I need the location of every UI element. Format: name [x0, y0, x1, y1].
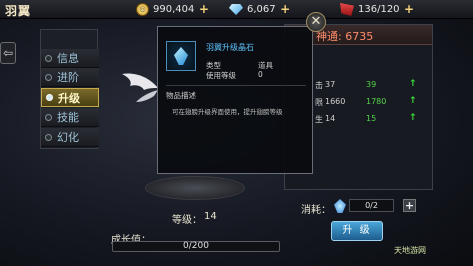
stat-next: 39	[366, 80, 377, 89]
tab-dot-icon	[45, 73, 52, 81]
consume-count: 0/2	[349, 199, 394, 212]
tooltip-divider	[166, 85, 306, 86]
tab-label: 幻化	[57, 131, 79, 144]
item-description: 可在翅膀升级界面使用，提升翅膀等级	[172, 108, 283, 116]
tab-dot-icon	[45, 54, 52, 62]
diamond-counter: 6,067 +	[229, 2, 291, 17]
stat-row: 击 37 39 ↑	[315, 79, 433, 94]
energy-counter: 136/120 +	[340, 2, 415, 17]
arrow-up-icon: ↑	[409, 113, 417, 123]
add-diamond-button[interactable]: +	[280, 3, 291, 15]
tab-skill[interactable]: 技能	[41, 108, 99, 127]
tab-dot-icon	[45, 133, 52, 141]
tab-info[interactable]: 信息	[41, 49, 99, 68]
gold-counter: ◎ 990,404 +	[136, 2, 209, 17]
diamond-value: 6,067	[247, 4, 276, 15]
growth-progress-bar: 0/200	[112, 241, 280, 252]
tab-dot-icon	[45, 113, 52, 121]
coin-icon: ◎	[136, 3, 149, 16]
stat-current: 37	[325, 80, 336, 89]
tab-label: 进阶	[57, 71, 79, 84]
tab-advance[interactable]: 进阶	[41, 68, 99, 87]
tab-label: 技能	[57, 111, 79, 124]
energy-value: 136/120	[358, 4, 400, 15]
top-bar: 羽翼 ◎ 990,404 + 6,067 + 136/120 +	[0, 0, 473, 19]
stat-name: 限	[315, 98, 323, 107]
consume-label: 消耗：	[301, 205, 331, 216]
watermark-text: 天地游网	[394, 246, 426, 255]
level-label: 等级：	[172, 215, 202, 226]
diamond-icon	[229, 4, 243, 15]
stat-current: 14	[325, 114, 336, 123]
wing-pedestal	[145, 176, 245, 200]
stat-current: 1660	[325, 97, 346, 106]
item-slot	[166, 41, 196, 71]
stat-row: 限 1660 1780 ↑	[315, 96, 433, 111]
stat-next: 15	[366, 114, 377, 123]
power-label: 神通: 6735	[316, 30, 374, 43]
crystal-icon	[174, 47, 188, 65]
item-tooltip: 羽翼升级晶石 类型 道具 使用等级 0 物品描述 可在翅膀升级界面使用，提升翅膀…	[157, 26, 313, 174]
add-energy-button[interactable]: +	[404, 3, 415, 15]
arrow-up-icon: ↑	[409, 96, 417, 106]
stat-name: 生	[315, 115, 323, 124]
tab-menu: 信息 进阶 升级 技能 幻化	[40, 29, 99, 149]
tab-transform[interactable]: 幻化	[41, 128, 99, 147]
stat-row: 生 14 15 ↑	[315, 113, 433, 128]
stat-name: 击	[315, 81, 323, 90]
upgrade-button[interactable]: 升 级	[331, 221, 383, 241]
growth-progress-text: 0/200	[183, 241, 209, 251]
arrow-up-icon: ↑	[409, 79, 417, 89]
item-name: 羽翼升级晶石	[206, 43, 254, 52]
level-value: 14	[204, 211, 217, 222]
item-level-value: 0	[258, 70, 263, 79]
add-gold-button[interactable]: +	[198, 3, 209, 15]
close-icon[interactable]: ✕	[306, 12, 326, 32]
tab-label: 信息	[57, 52, 79, 65]
energy-icon	[340, 3, 354, 16]
stat-next: 1780	[366, 97, 387, 106]
window-title: 羽翼	[5, 4, 32, 18]
item-description-title: 物品描述	[166, 91, 196, 100]
gold-value: 990,404	[153, 4, 195, 15]
tab-label: 升级	[58, 91, 80, 105]
back-arrow-icon[interactable]: ⇦	[0, 42, 16, 64]
wing-icon	[122, 73, 158, 102]
tab-upgrade[interactable]: 升级	[41, 88, 99, 107]
tab-dot-icon	[46, 94, 53, 101]
add-material-button[interactable]: +	[403, 199, 416, 212]
item-level-label: 使用等级	[206, 71, 236, 80]
